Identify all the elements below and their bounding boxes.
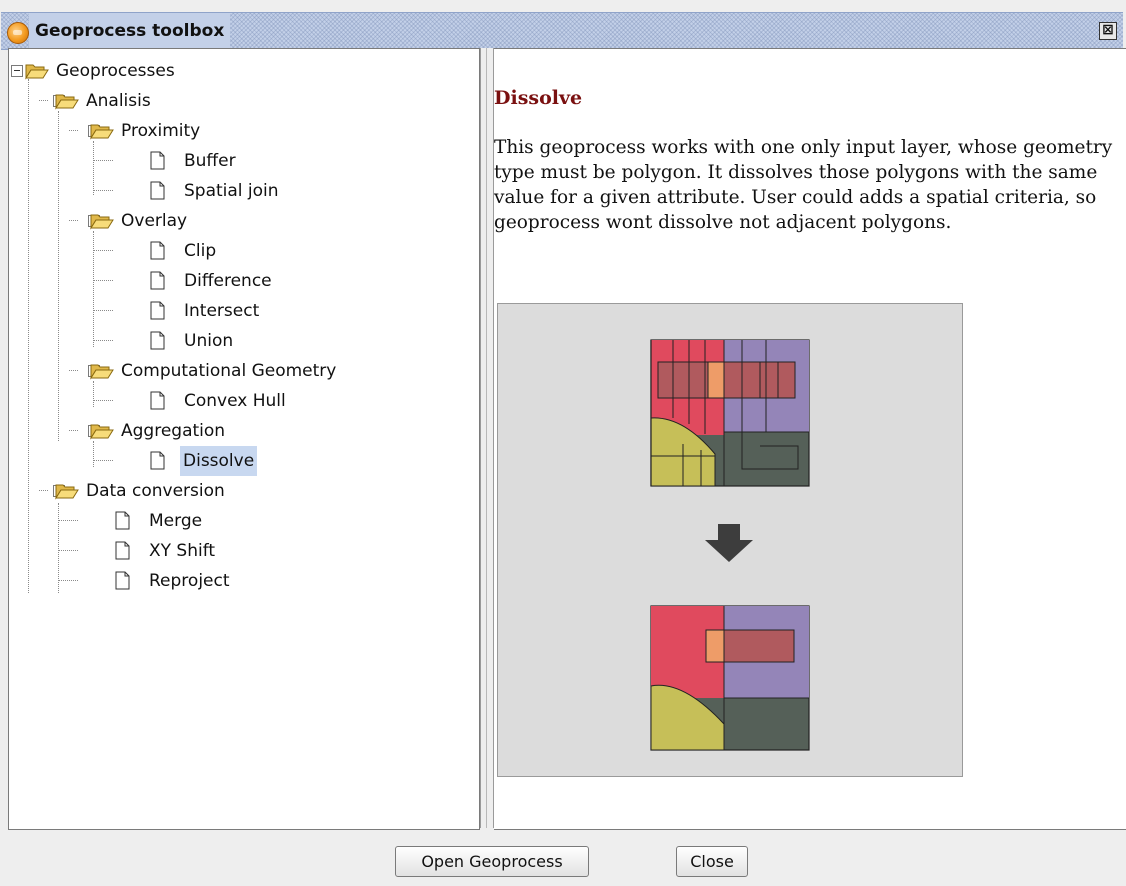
tree-node-proximity[interactable]: Proximity	[9, 116, 469, 146]
document-icon	[115, 541, 130, 560]
after-map	[650, 605, 810, 751]
document-icon	[115, 571, 130, 590]
tree-label: Analisis	[86, 91, 151, 111]
tree-leaf-reproject[interactable]: Reproject	[9, 566, 469, 596]
open-folder-icon	[25, 64, 49, 80]
down-arrow-icon	[705, 524, 753, 562]
tree-leaf-dissolve[interactable]: Dissolve	[9, 446, 469, 476]
window-title: Geoprocess toolbox	[29, 13, 231, 49]
tree-label: Spatial join	[184, 181, 279, 201]
tree-node-analisis[interactable]: Analisis	[9, 86, 469, 116]
description-panel: Dissolve This geoprocess works with one …	[494, 48, 1126, 830]
collapse-icon[interactable]	[11, 65, 23, 77]
open-folder-icon	[55, 484, 79, 500]
description-title: Dissolve	[494, 87, 583, 109]
open-folder-icon	[90, 124, 114, 140]
open-folder-icon	[90, 214, 114, 230]
tree-label: Data conversion	[86, 481, 225, 501]
tree-label: Convex Hull	[184, 391, 286, 411]
tree-label: Union	[184, 331, 234, 351]
tree-label: Reproject	[149, 571, 230, 591]
tree-node-data-conversion[interactable]: Data conversion	[9, 476, 469, 506]
split-pane-divider[interactable]	[480, 48, 494, 828]
open-folder-icon	[90, 364, 114, 380]
document-icon	[150, 181, 165, 200]
geoprocess-tree[interactable]: Geoprocesses Analisis Proximity Buffer S…	[8, 48, 480, 830]
close-button[interactable]: Close	[676, 846, 748, 877]
tree-leaf-difference[interactable]: Difference	[9, 266, 469, 296]
tree-label: Clip	[184, 241, 217, 261]
before-map	[650, 339, 810, 487]
document-icon	[150, 151, 165, 170]
tree-node-overlay[interactable]: Overlay	[9, 206, 469, 236]
close-icon[interactable]: ⊠	[1099, 22, 1117, 40]
tree-label: Difference	[184, 271, 272, 291]
document-icon	[150, 331, 165, 350]
document-icon	[150, 271, 165, 290]
title-bar[interactable]: Geoprocess toolbox ⊠	[1, 12, 1123, 50]
document-icon	[150, 391, 165, 410]
dissolve-illustration	[497, 303, 963, 777]
document-icon	[115, 511, 130, 530]
tree-node-aggregation[interactable]: Aggregation	[9, 416, 469, 446]
tree-label: Overlay	[121, 211, 188, 231]
description-text: This geoprocess works with one only inpu…	[494, 137, 1113, 233]
tree-label: Merge	[149, 511, 203, 531]
open-folder-icon	[90, 424, 114, 440]
tree-label: Geoprocesses	[56, 61, 175, 81]
tree-label: Proximity	[121, 121, 201, 141]
tree-label: Intersect	[184, 301, 260, 321]
tree-leaf-clip[interactable]: Clip	[9, 236, 469, 266]
geoprocess-toolbox-window: Geoprocess toolbox ⊠ Geoprocesses Analis…	[0, 0, 1126, 886]
open-geoprocess-button[interactable]: Open Geoprocess	[395, 846, 589, 877]
tree-label: Aggregation	[121, 421, 226, 441]
tree-leaf-xy-shift[interactable]: XY Shift	[9, 536, 469, 566]
open-folder-icon	[55, 94, 79, 110]
tree-node-computational-geometry[interactable]: Computational Geometry	[9, 356, 469, 386]
tree-label: Buffer	[184, 151, 236, 171]
tree-label: Computational Geometry	[121, 361, 337, 381]
tree-leaf-convex-hull[interactable]: Convex Hull	[9, 386, 469, 416]
button-bar: Open Geoprocess Close	[0, 830, 1126, 886]
tree-label-selected: Dissolve	[180, 446, 258, 476]
dissolve-diagram	[650, 339, 810, 751]
document-icon	[150, 241, 165, 260]
tree-node-geoprocesses[interactable]: Geoprocesses	[9, 56, 469, 86]
tree-leaf-spatial-join[interactable]: Spatial join	[9, 176, 469, 206]
tree-leaf-merge[interactable]: Merge	[9, 506, 469, 536]
document-icon	[150, 451, 165, 470]
tree-leaf-buffer[interactable]: Buffer	[9, 146, 469, 176]
gvsig-icon	[7, 22, 29, 44]
tree-label: XY Shift	[149, 541, 216, 561]
tree-leaf-intersect[interactable]: Intersect	[9, 296, 469, 326]
tree-leaf-union[interactable]: Union	[9, 326, 469, 356]
document-icon	[150, 301, 165, 320]
